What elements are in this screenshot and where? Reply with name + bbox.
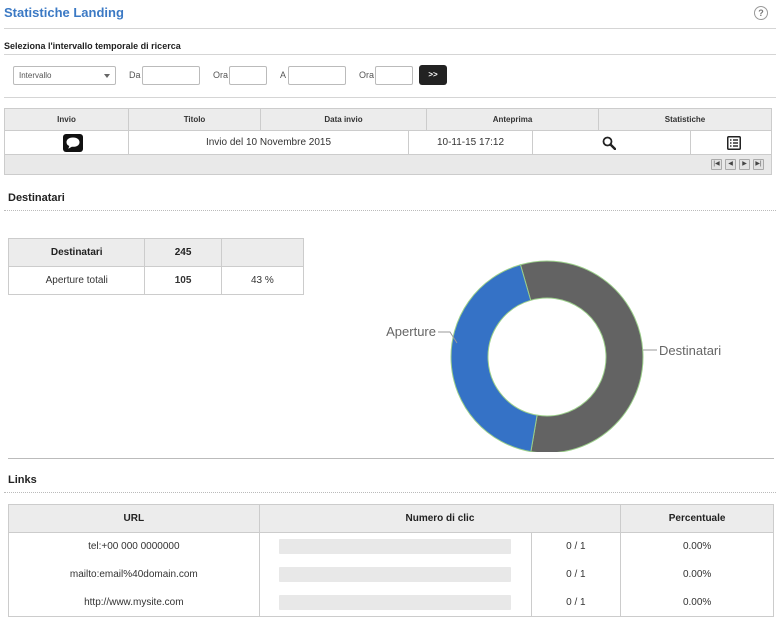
first-page-button[interactable]: |◀: [711, 159, 722, 170]
link-percentage: 0.00%: [620, 588, 774, 617]
filter-divider: [4, 97, 776, 98]
search-divider: [4, 54, 776, 55]
aperture-label: Aperture: [386, 324, 436, 339]
aperture-count: 105: [144, 266, 222, 295]
destinatari-pct: [220, 238, 305, 267]
column-header-statistiche[interactable]: Statistiche: [599, 109, 771, 131]
click-progress-bar: [279, 594, 512, 610]
table-row: http://www.mysite.com 0 / 1 0.00%: [8, 588, 774, 617]
aperture-row: Aperture totali 105 43 %: [7, 266, 305, 295]
to-date-label: A: [280, 70, 287, 80]
donut-slice-destinatari[interactable]: [519, 260, 644, 452]
table-row: tel:+00 000 0000000 0 / 1 0.00%: [8, 532, 774, 561]
column-header-titolo[interactable]: Titolo: [129, 109, 261, 131]
link-percentage: 0.00%: [620, 532, 774, 561]
column-header-url[interactable]: URL: [8, 504, 260, 533]
column-header-anteprima[interactable]: Anteprima: [427, 109, 599, 131]
donut-slice-aperture[interactable]: [450, 264, 538, 452]
column-header-data-invio[interactable]: Data invio: [261, 109, 427, 131]
click-progress-bar: [279, 567, 512, 582]
from-time-label: Ora: [213, 70, 229, 80]
search-submit-button[interactable]: >>: [419, 65, 447, 85]
link-url: http://www.mysite.com: [8, 588, 260, 617]
links-separator: [8, 458, 774, 459]
destinatari-header-row: Destinatari 245: [7, 238, 305, 267]
results-table: Invio Titolo Data invio Anteprima Statis…: [4, 108, 772, 175]
from-date-label: Da: [129, 70, 141, 80]
last-page-button[interactable]: ▶|: [753, 159, 764, 170]
destinatari-table: Destinatari 245 Aperture totali 105 43 %: [7, 238, 305, 295]
destinatari-title: Destinatari: [8, 192, 65, 204]
aperture-pct: 43 %: [220, 266, 305, 295]
destinatari-count: 245: [144, 238, 222, 267]
search-range-label: Seleziona l'intervallo temporale di rice…: [4, 41, 181, 51]
column-header-invio[interactable]: Invio: [5, 109, 129, 131]
link-click-bar-cell: [258, 588, 531, 617]
list-icon[interactable]: [727, 136, 741, 153]
invio-cell: [5, 131, 129, 154]
magnifier-icon[interactable]: [602, 136, 617, 153]
next-page-button[interactable]: ▶: [739, 159, 750, 170]
aperture-label: Aperture totali: [7, 266, 146, 295]
destinatari-label: Destinatari: [7, 238, 146, 267]
prev-page-button[interactable]: ◀: [725, 159, 736, 170]
interval-select[interactable]: Intervallo: [13, 66, 116, 85]
chevron-down-icon: [104, 74, 110, 78]
help-icon[interactable]: ?: [754, 6, 768, 20]
table-row: mailto:email%40domain.com 0 / 1 0.00%: [8, 560, 774, 589]
title-divider: [4, 28, 776, 29]
destinatari-label: Destinatari: [659, 343, 721, 358]
to-time-input[interactable]: [375, 66, 413, 85]
link-clicks: 0 / 1: [530, 588, 622, 617]
to-time-label: Ora: [359, 70, 375, 80]
recipients-donut-chart: Aperture Destinatari: [386, 260, 721, 452]
link-clicks: 0 / 1: [530, 532, 622, 561]
to-date-input[interactable]: [288, 66, 346, 85]
from-time-input[interactable]: [229, 66, 267, 85]
link-url: tel:+00 000 0000000: [8, 532, 260, 561]
link-click-bar-cell: [258, 532, 531, 561]
click-progress-bar: [279, 539, 512, 555]
column-header-numero-di-clic[interactable]: Numero di clic: [258, 504, 622, 533]
link-percentage: 0.00%: [620, 560, 774, 589]
table-row[interactable]: Invio del 10 Novembre 2015 10-11-15 17:1…: [5, 131, 771, 155]
interval-select-value: Intervallo: [19, 71, 52, 80]
links-title: Links: [8, 474, 37, 486]
link-clicks: 0 / 1: [530, 560, 622, 589]
page-title: Statistiche Landing: [4, 5, 124, 20]
chat-bubble-icon[interactable]: [63, 134, 83, 152]
link-click-bar-cell: [258, 560, 531, 589]
destinatari-divider: [4, 210, 776, 211]
links-table: URL Numero di clic Percentuale tel:+00 0…: [8, 504, 774, 617]
from-date-input[interactable]: [142, 66, 200, 85]
column-header-percentuale[interactable]: Percentuale: [620, 504, 774, 533]
title-cell: Invio del 10 Novembre 2015: [129, 131, 409, 154]
links-header-row: URL Numero di clic Percentuale: [8, 504, 774, 533]
results-header: Invio Titolo Data invio Anteprima Statis…: [5, 109, 771, 131]
links-divider: [4, 492, 776, 493]
date-cell: 10-11-15 17:12: [409, 131, 533, 154]
link-url: mailto:email%40domain.com: [8, 560, 260, 589]
